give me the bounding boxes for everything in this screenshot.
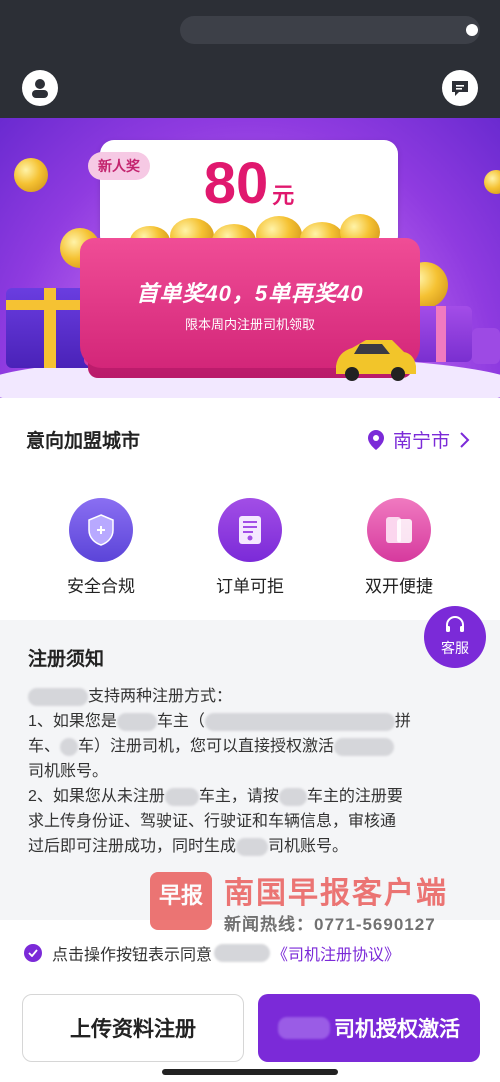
notice-line: 1、如果您是 车主（拼 (28, 712, 411, 731)
feature-label: 双开便捷 (365, 577, 433, 596)
news-watermark: 早报 南国早报客户端 新闻热线：0771-5690127 (150, 868, 495, 934)
upload-register-button[interactable]: 上传资料注册 (22, 994, 244, 1062)
city-selector-row[interactable]: 意向加盟城市 南宁市 (0, 398, 500, 478)
feature-list: 安全合规 订单可拒 双开便捷 (0, 498, 500, 608)
customer-service-button[interactable]: 客服 (424, 606, 486, 668)
message-button[interactable] (442, 70, 478, 106)
home-indicator (162, 1069, 338, 1075)
promo-banner[interactable]: 新人奖 80 元 首单奖40，5单再奖40 限本周内注册司机领取 (0, 118, 500, 398)
reward-amount: 80 元 (0, 150, 498, 217)
notice-line: 司机账号。 (28, 763, 109, 780)
shield-icon (69, 498, 133, 562)
redacted-text (278, 787, 307, 806)
user-icon (32, 79, 48, 98)
banner-slogan: 首单奖40，5单再奖40 (136, 281, 364, 306)
reward-amount-unit: 元 (272, 183, 295, 208)
status-dot (466, 24, 478, 36)
check-icon (28, 949, 38, 957)
feature-dual-open: 双开便捷 (334, 498, 464, 597)
redacted-text (236, 837, 269, 856)
agreement-row[interactable]: 点击操作按钮表示同意 《司机注册协议》 (24, 942, 484, 964)
agreement-checkbox[interactable] (24, 944, 42, 962)
watermark-logo: 早报 (150, 872, 212, 930)
document-icon (218, 498, 282, 562)
agreement-link[interactable]: 《司机注册协议》 (272, 941, 400, 965)
banner-sub-slogan: 限本周内注册司机领取 (184, 317, 315, 332)
location-pin-icon (367, 429, 384, 450)
authorize-activate-button[interactable]: 司机授权激活 (258, 994, 480, 1062)
redacted-text (164, 787, 199, 806)
headset-icon (446, 616, 464, 632)
redacted-text (334, 737, 395, 756)
city-select[interactable]: 南宁市 (367, 426, 470, 453)
redacted-text (60, 737, 79, 756)
status-bar (180, 16, 480, 44)
feature-safety: 安全合规 (36, 498, 166, 597)
notice-line: 2、如果您从未注册 车主，请按 车主的注册要 (28, 787, 403, 806)
gift-box-decoration (472, 328, 500, 364)
city-row-title: 意向加盟城市 (26, 431, 141, 452)
notice-line: 过后即可注册成功，同时生成 司机账号。 (28, 837, 349, 856)
feature-label: 订单可拒 (216, 577, 284, 596)
reward-amount-number: 80 (203, 151, 269, 216)
car-icon (336, 340, 416, 381)
watermark-phone: 新闻热线：0771-5690127 (224, 915, 436, 934)
profile-button[interactable] (22, 70, 58, 106)
feature-label: 安全合规 (67, 577, 135, 596)
redacted-text (278, 1017, 330, 1039)
agreement-text: 点击操作按钮表示同意 (52, 947, 213, 964)
chat-icon (452, 81, 468, 96)
redacted-text (28, 687, 88, 706)
notice-line: 车、 车）注册司机，您可以直接授权激活 (28, 734, 476, 759)
top-bar (0, 0, 500, 118)
chevron-right-icon (460, 431, 470, 448)
redacted-text (204, 712, 395, 731)
gift-box-decoration (412, 306, 472, 362)
watermark-title: 南国早报客户端 (224, 877, 448, 910)
notice-line: 支持两种注册方式： (28, 684, 476, 709)
notice-body: 支持两种注册方式： 1、如果您是 车主（拼 车、 车）注册司机，您可以直接授权激活 … (28, 684, 476, 859)
redacted-text (116, 712, 157, 731)
city-value: 南宁市 (392, 431, 450, 452)
dual-phone-icon (367, 498, 431, 562)
feature-order-reject: 订单可拒 (185, 498, 315, 597)
customer-service-label: 客服 (441, 640, 469, 656)
activate-button-label: 司机授权激活 (334, 1018, 460, 1041)
redacted-text (214, 944, 271, 962)
notice-line: 求上传身份证、驾驶证、行驶证和车辆信息，审核通 (28, 813, 397, 830)
notice-title: 注册须知 (28, 649, 105, 670)
